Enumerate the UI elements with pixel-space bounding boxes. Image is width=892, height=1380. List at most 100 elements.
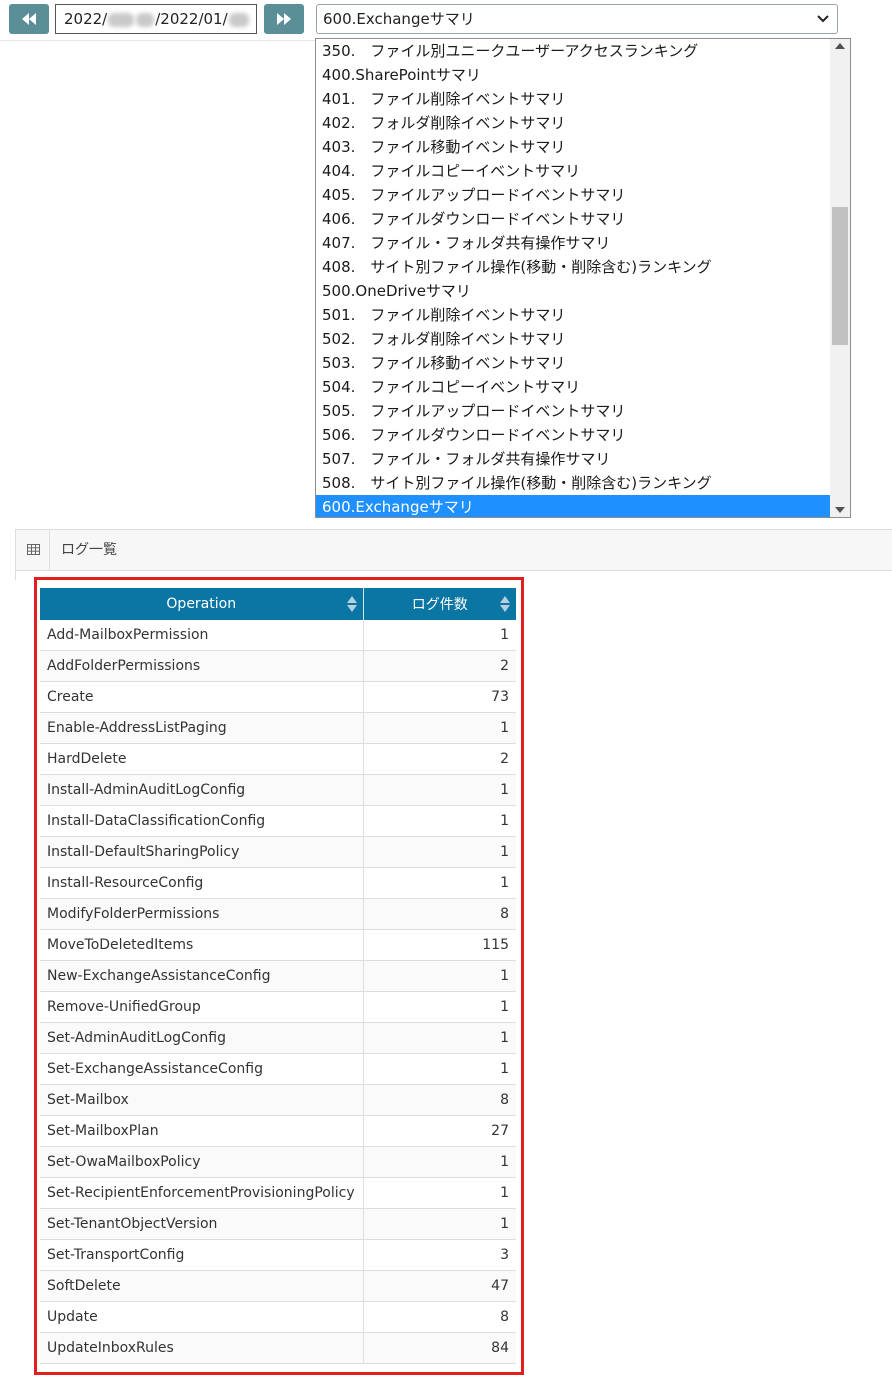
table-row: MoveToDeletedItems 115 bbox=[40, 929, 516, 961]
dropdown-option[interactable]: 502. フォルダ削除イベントサマリ bbox=[316, 327, 830, 351]
operation-cell: New-ExchangeAssistanceConfig bbox=[40, 960, 364, 992]
scrollbar-thumb[interactable] bbox=[832, 207, 848, 345]
report-dropdown-list[interactable]: 350. ファイル別ユニークユーザーアクセスランキング 400.SharePoin… bbox=[315, 38, 851, 518]
dropdown-option[interactable]: 401. ファイル削除イベントサマリ bbox=[316, 87, 830, 111]
log-count-cell: 1 bbox=[363, 1146, 516, 1178]
log-count-cell: 2 bbox=[363, 743, 516, 775]
next-period-button[interactable] bbox=[264, 4, 304, 34]
log-count-cell: 8 bbox=[363, 1084, 516, 1116]
operation-cell: Set-ExchangeAssistanceConfig bbox=[40, 1053, 364, 1085]
log-count-cell: 1 bbox=[363, 774, 516, 806]
chevron-down-icon bbox=[817, 15, 829, 23]
table-row: Create 73 bbox=[40, 681, 516, 713]
toolbar: 2022/ /2022/01/ 600.Exchangeサマリ bbox=[0, 0, 892, 40]
log-count-cell: 1 bbox=[363, 1208, 516, 1240]
dropdown-option[interactable]: 504. ファイルコピーイベントサマリ bbox=[316, 375, 830, 399]
operation-cell: Remove-UnifiedGroup bbox=[40, 991, 364, 1023]
operation-cell: Set-TransportConfig bbox=[40, 1239, 364, 1271]
table-row: SoftDelete 47 bbox=[40, 1270, 516, 1302]
log-count-cell: 1 bbox=[363, 991, 516, 1023]
column-header-operation[interactable]: Operation bbox=[40, 588, 364, 620]
operation-cell: ModifyFolderPermissions bbox=[40, 898, 364, 930]
report-select[interactable]: 600.Exchangeサマリ bbox=[316, 4, 838, 34]
table-row: Enable-AddressListPaging 1 bbox=[40, 712, 516, 744]
log-count-cell: 8 bbox=[363, 898, 516, 930]
operation-cell: Install-ResourceConfig bbox=[40, 867, 364, 899]
log-count-cell: 8 bbox=[363, 1301, 516, 1333]
dropdown-option[interactable]: 350. ファイル別ユニークユーザーアクセスランキング bbox=[316, 39, 830, 63]
operation-cell: Install-DataClassificationConfig bbox=[40, 805, 364, 837]
scroll-up-icon[interactable] bbox=[835, 43, 845, 49]
dropdown-option[interactable]: 405. ファイルアップロードイベントサマリ bbox=[316, 183, 830, 207]
dropdown-option[interactable]: 505. ファイルアップロードイベントサマリ bbox=[316, 399, 830, 423]
log-count-cell: 47 bbox=[363, 1270, 516, 1302]
dropdown-option[interactable]: 506. ファイルダウンロードイベントサマリ bbox=[316, 423, 830, 447]
table-row: UpdateInboxRules 84 bbox=[40, 1332, 516, 1364]
operation-cell: Create bbox=[40, 681, 364, 713]
redacted-text bbox=[228, 12, 249, 27]
sort-icon[interactable] bbox=[346, 596, 357, 612]
column-header-label: Operation bbox=[166, 596, 237, 612]
operation-cell: Set-TenantObjectVersion bbox=[40, 1208, 364, 1240]
header-separator bbox=[49, 530, 50, 570]
double-chevron-right-icon bbox=[277, 13, 291, 25]
date-range-input[interactable]: 2022/ /2022/01/ bbox=[55, 4, 257, 34]
date-start-text: 2022/ bbox=[64, 10, 108, 28]
operation-cell: SoftDelete bbox=[40, 1270, 364, 1302]
table-row: Set-TenantObjectVersion 1 bbox=[40, 1208, 516, 1240]
log-table: Operation ログ件数 Add-MailboxPermission 1 Add… bbox=[40, 588, 516, 1364]
log-count-cell: 73 bbox=[363, 681, 516, 713]
scroll-down-icon[interactable] bbox=[835, 507, 845, 513]
panel-title: ログ一覧 bbox=[61, 542, 117, 558]
table-row: New-ExchangeAssistanceConfig 1 bbox=[40, 960, 516, 992]
dropdown-option[interactable]: 402. フォルダ削除イベントサマリ bbox=[316, 111, 830, 135]
column-header-log-count[interactable]: ログ件数 bbox=[363, 588, 516, 620]
dropdown-option[interactable]: 408. サイト別ファイル操作(移動・削除含む)ランキング bbox=[316, 255, 830, 279]
operation-cell: Update bbox=[40, 1301, 364, 1333]
dropdown-scrollbar[interactable] bbox=[830, 39, 850, 517]
dropdown-option[interactable]: 600.Exchangeサマリ bbox=[316, 495, 830, 517]
dropdown-option[interactable]: 508. サイト別ファイル操作(移動・削除含む)ランキング bbox=[316, 471, 830, 495]
date-end-text: /2022/01/ bbox=[155, 10, 228, 28]
panel-border bbox=[15, 571, 16, 580]
table-row: Set-OwaMailboxPolicy 1 bbox=[40, 1146, 516, 1178]
dropdown-option[interactable]: 501. ファイル削除イベントサマリ bbox=[316, 303, 830, 327]
table-row: Install-DataClassificationConfig 1 bbox=[40, 805, 516, 837]
dropdown-option[interactable]: 500.OneDriveサマリ bbox=[316, 279, 830, 303]
dropdown-option[interactable]: 400.SharePointサマリ bbox=[316, 63, 830, 87]
dropdown-option[interactable]: 507. ファイル・フォルダ共有操作サマリ bbox=[316, 447, 830, 471]
table-row: HardDelete 2 bbox=[40, 743, 516, 775]
column-header-label: ログ件数 bbox=[411, 597, 468, 613]
log-count-cell: 1 bbox=[363, 805, 516, 837]
report-select-value: 600.Exchangeサマリ bbox=[323, 10, 475, 28]
sort-icon[interactable] bbox=[500, 596, 510, 612]
table-row: Set-RecipientEnforcementProvisioningPoli… bbox=[40, 1177, 516, 1209]
dropdown-option[interactable]: 407. ファイル・フォルダ共有操作サマリ bbox=[316, 231, 830, 255]
dropdown-option[interactable]: 403. ファイル移動イベントサマリ bbox=[316, 135, 830, 159]
operation-cell: Add-MailboxPermission bbox=[40, 620, 364, 651]
log-count-cell: 2 bbox=[363, 650, 516, 682]
log-count-cell: 115 bbox=[363, 929, 516, 961]
operation-cell: Install-DefaultSharingPolicy bbox=[40, 836, 364, 868]
redacted-text bbox=[136, 12, 155, 27]
log-list-panel-header: ログ一覧 bbox=[15, 529, 892, 571]
dropdown-option[interactable]: 503. ファイル移動イベントサマリ bbox=[316, 351, 830, 375]
double-chevron-left-icon bbox=[22, 13, 36, 25]
dropdown-option[interactable]: 406. ファイルダウンロードイベントサマリ bbox=[316, 207, 830, 231]
previous-period-button[interactable] bbox=[9, 4, 49, 34]
operation-cell: Set-AdminAuditLogConfig bbox=[40, 1022, 364, 1054]
table-row: Set-ExchangeAssistanceConfig 1 bbox=[40, 1053, 516, 1085]
table-header-row: Operation ログ件数 bbox=[40, 588, 516, 620]
operation-cell: Set-RecipientEnforcementProvisioningPoli… bbox=[40, 1177, 364, 1209]
table-row: Set-Mailbox 8 bbox=[40, 1084, 516, 1116]
operation-cell: Set-OwaMailboxPolicy bbox=[40, 1146, 364, 1178]
table-row: Install-AdminAuditLogConfig 1 bbox=[40, 774, 516, 806]
log-count-cell: 1 bbox=[363, 836, 516, 868]
table-row: Add-MailboxPermission 1 bbox=[40, 620, 516, 651]
table-row: ModifyFolderPermissions 8 bbox=[40, 898, 516, 930]
operation-cell: AddFolderPermissions bbox=[40, 650, 364, 682]
operation-cell: Set-MailboxPlan bbox=[40, 1115, 364, 1147]
table-row: Set-MailboxPlan 27 bbox=[40, 1115, 516, 1147]
dropdown-option[interactable]: 404. ファイルコピーイベントサマリ bbox=[316, 159, 830, 183]
table-row: Update 8 bbox=[40, 1301, 516, 1333]
